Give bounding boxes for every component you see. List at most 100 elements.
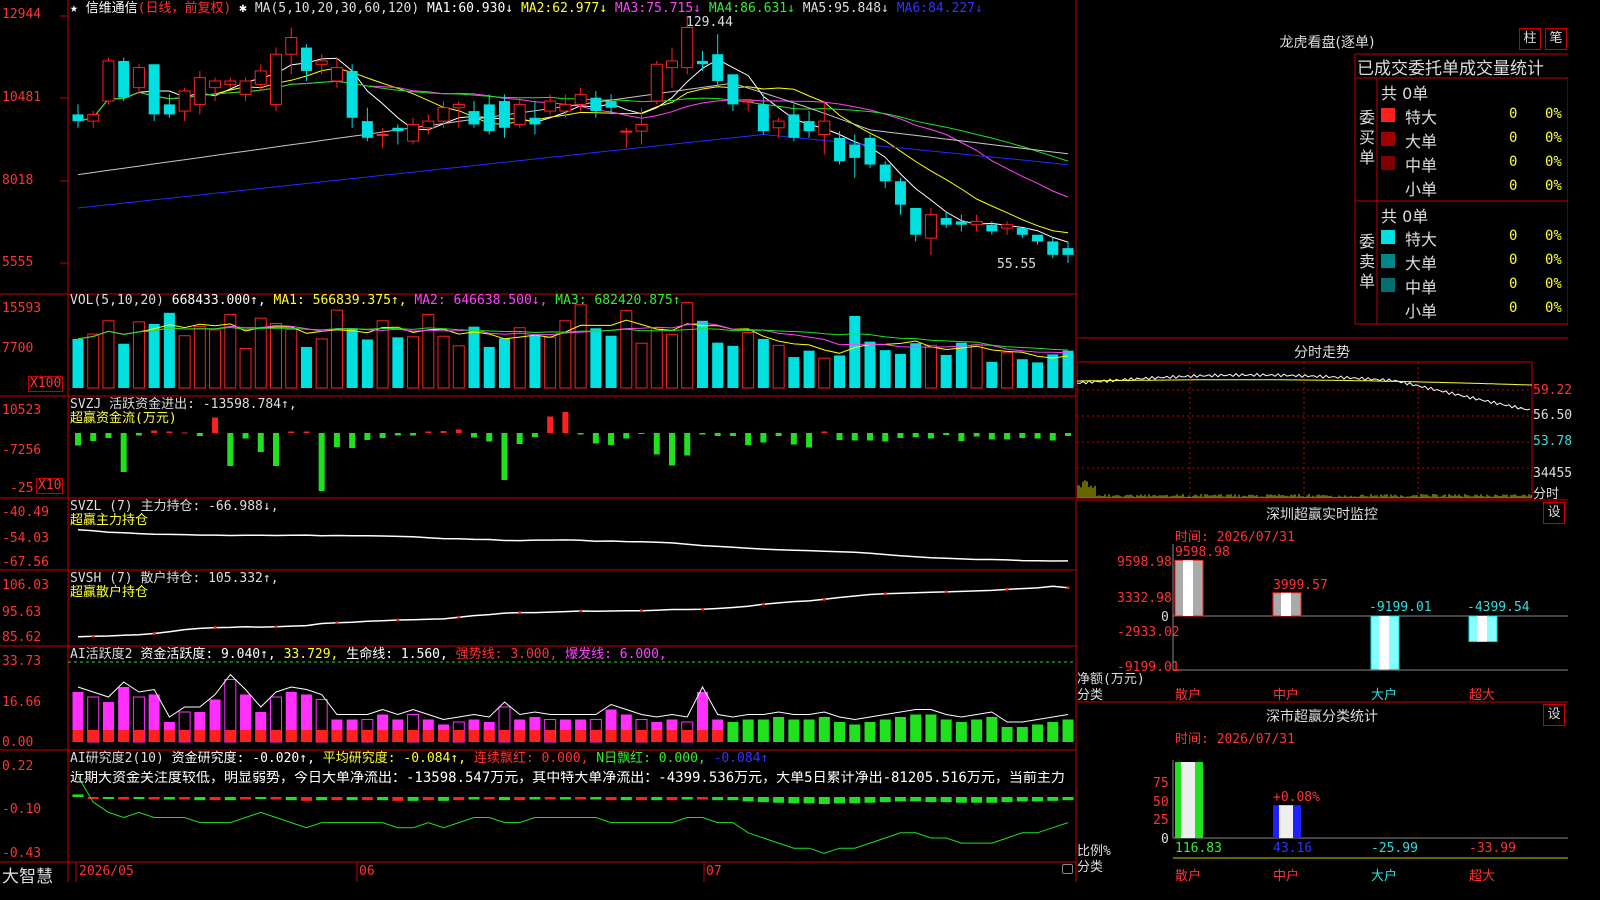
ai1-base bbox=[560, 730, 571, 742]
svzj-unit: X10 bbox=[36, 478, 63, 494]
volume-bar bbox=[986, 362, 997, 388]
volume-bar bbox=[773, 345, 784, 388]
stock-name[interactable]: 信维通信 bbox=[86, 1, 138, 16]
ma5-label: MA5:95.848↓ bbox=[803, 1, 889, 16]
sz-val-3: -9199.01 bbox=[1369, 600, 1432, 615]
sell-side-label: 委卖单 bbox=[1359, 232, 1375, 292]
bar-mode-button[interactable]: 柱 bbox=[1519, 28, 1541, 50]
ai1-base bbox=[667, 730, 678, 742]
ai2-bar bbox=[133, 797, 144, 799]
svzj-bar bbox=[471, 433, 477, 438]
svzj-bar bbox=[486, 433, 492, 442]
ai2-bar bbox=[910, 797, 921, 801]
candle-body bbox=[377, 134, 388, 135]
ai2-bar bbox=[804, 797, 815, 803]
buy-m-count: 0 bbox=[1509, 154, 1517, 170]
ai1-base bbox=[149, 730, 160, 742]
ai2-bar bbox=[545, 797, 556, 800]
buy-s-count: 0 bbox=[1509, 178, 1517, 194]
ai1-base bbox=[377, 730, 388, 742]
svsh-dot bbox=[823, 598, 826, 601]
ai1-base bbox=[103, 730, 114, 742]
svzj-bar bbox=[1004, 433, 1010, 440]
svzj-bar bbox=[547, 417, 553, 434]
ai1-base bbox=[347, 730, 358, 742]
ai2-bar bbox=[865, 797, 876, 803]
volume-bar bbox=[469, 327, 480, 388]
ss-cat-3: 大户 bbox=[1371, 865, 1397, 884]
volume-bar bbox=[149, 324, 160, 388]
ai1-base bbox=[499, 730, 510, 742]
ai2-bar bbox=[727, 797, 738, 800]
svzj-bar bbox=[166, 432, 172, 434]
right-panel-canvas bbox=[1077, 0, 1568, 882]
buy-xl-swatch bbox=[1381, 108, 1395, 122]
volume-bar bbox=[194, 327, 205, 388]
candle-body bbox=[819, 121, 830, 134]
svzj-bar bbox=[943, 433, 949, 435]
volume-bar bbox=[560, 321, 571, 388]
ai1-base bbox=[286, 730, 297, 742]
ma1-label: MA1:60.930↓ bbox=[427, 1, 513, 16]
buy-m-label: 中单 bbox=[1405, 152, 1437, 176]
intraday-axis-3: 53.78 bbox=[1533, 434, 1572, 449]
candle-body bbox=[271, 54, 282, 104]
ai1-axis-2: 16.66 bbox=[2, 696, 41, 710]
ai2-bar bbox=[164, 797, 175, 800]
svzj-bar bbox=[715, 433, 721, 436]
ai1-base bbox=[301, 730, 312, 742]
svsh-dot bbox=[214, 626, 217, 629]
sell-m-count: 0 bbox=[1509, 276, 1517, 292]
svzl-axis-3: -67.56 bbox=[2, 556, 49, 570]
vol-axis-1: 15593 bbox=[2, 302, 41, 316]
lock-icon[interactable] bbox=[1062, 864, 1073, 874]
intraday-axis-4: 34455 bbox=[1533, 466, 1572, 481]
sz-axis-3: 0 bbox=[1161, 610, 1169, 625]
candle-body bbox=[743, 101, 754, 102]
vol-unit: X100 bbox=[28, 376, 63, 392]
candle-body bbox=[788, 114, 799, 137]
volume-bar bbox=[301, 347, 312, 388]
svzj-header: SVZJ 活跃资金进出: -13598.784↑, bbox=[70, 398, 297, 412]
volume-bar bbox=[545, 337, 556, 388]
kline-canvas[interactable] bbox=[0, 0, 1077, 882]
candle-body bbox=[438, 108, 449, 121]
main-chart-area[interactable]: ★ 信维通信(日线，前复权) ✱ MA(5,10,20,30,60,120) M… bbox=[0, 0, 1077, 882]
volume-bar bbox=[1047, 354, 1058, 388]
ai2-bar bbox=[362, 797, 373, 800]
volume-bar bbox=[590, 328, 601, 388]
ai2-bar bbox=[575, 797, 586, 800]
star-icon[interactable]: ★ bbox=[70, 1, 78, 16]
candle-body bbox=[804, 121, 815, 131]
sz-stats-settings-button[interactable]: 设 bbox=[1543, 704, 1565, 726]
candle-body bbox=[149, 64, 160, 114]
svzj-bar bbox=[121, 433, 127, 472]
volume-bar bbox=[849, 316, 860, 388]
ss-cat-2: 中户 bbox=[1273, 865, 1299, 884]
sell-xl-label: 特大 bbox=[1405, 226, 1437, 250]
ai2-bar bbox=[758, 797, 769, 802]
volume-bar bbox=[667, 335, 678, 388]
candle-body bbox=[651, 64, 662, 101]
candle-body bbox=[133, 68, 144, 88]
tick-mode-button[interactable]: 笔 bbox=[1545, 28, 1567, 50]
date-axis-jun: 06 bbox=[359, 865, 375, 879]
svzj-bar bbox=[1050, 433, 1056, 441]
ai1-base bbox=[438, 730, 449, 742]
svsh-dot bbox=[396, 618, 399, 621]
ai1-base bbox=[331, 730, 342, 742]
candle-body bbox=[545, 101, 556, 111]
ai2-bar bbox=[469, 797, 480, 800]
sell-m-swatch bbox=[1381, 278, 1395, 292]
ai2-bar bbox=[194, 797, 205, 800]
svsh-dot bbox=[518, 611, 521, 614]
ai1-axis-1: 33.73 bbox=[2, 655, 41, 669]
ai1-bar bbox=[834, 722, 845, 742]
ai2-bar bbox=[514, 797, 525, 800]
candle-body bbox=[88, 114, 99, 121]
sz-stats-title: 深市超赢分类统计 bbox=[1197, 706, 1447, 726]
svzj-bar bbox=[562, 412, 568, 433]
ai2-bar bbox=[286, 797, 297, 800]
volume-bar bbox=[179, 336, 190, 388]
sz-monitor-settings-button[interactable]: 设 bbox=[1543, 502, 1565, 524]
